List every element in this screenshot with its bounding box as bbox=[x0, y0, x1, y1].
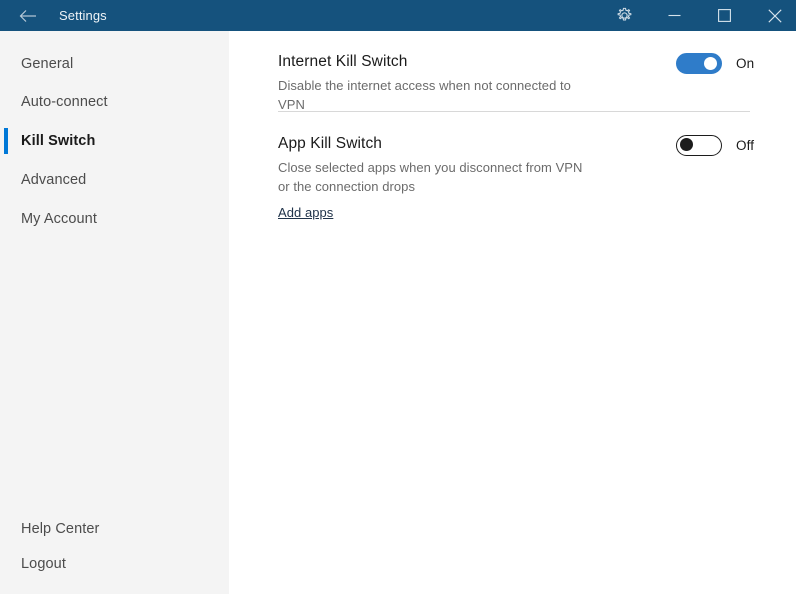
sidebar: General Auto-connect Kill Switch Advance… bbox=[0, 31, 229, 594]
maximize-button[interactable] bbox=[703, 0, 745, 31]
app-kill-switch-toggle-group: Off bbox=[676, 135, 754, 156]
sidebar-item-label: Auto-connect bbox=[21, 94, 108, 110]
window-title: Settings bbox=[59, 8, 107, 23]
sidebar-item-help-center[interactable]: Help Center bbox=[0, 514, 229, 544]
close-button[interactable] bbox=[753, 0, 796, 31]
toggle-state-label: Off bbox=[736, 138, 755, 153]
settings-gear-button[interactable] bbox=[604, 0, 644, 31]
sidebar-item-label: Help Center bbox=[21, 521, 100, 537]
title-bar: Settings bbox=[0, 0, 796, 31]
toggle-knob bbox=[704, 57, 717, 70]
sidebar-item-kill-switch[interactable]: Kill Switch bbox=[0, 126, 229, 156]
minimize-icon bbox=[668, 9, 681, 22]
section-divider bbox=[278, 111, 750, 112]
sidebar-item-auto-connect[interactable]: Auto-connect bbox=[0, 87, 229, 117]
internet-kill-switch-toggle-group: On bbox=[676, 53, 754, 74]
back-button[interactable] bbox=[8, 0, 48, 31]
add-apps-link[interactable]: Add apps bbox=[278, 205, 333, 220]
sidebar-item-label: Kill Switch bbox=[21, 133, 96, 149]
selection-indicator bbox=[4, 128, 8, 154]
setting-description: Disable the internet access when not con… bbox=[278, 78, 571, 112]
sidebar-item-label: Logout bbox=[21, 556, 66, 572]
sidebar-item-logout[interactable]: Logout bbox=[0, 549, 229, 579]
sidebar-item-label: Advanced bbox=[21, 172, 87, 188]
maximize-icon bbox=[717, 9, 731, 22]
toggle-knob bbox=[680, 138, 693, 151]
app-kill-switch-toggle[interactable] bbox=[676, 135, 722, 156]
sidebar-item-general[interactable]: General bbox=[0, 49, 229, 79]
back-arrow-icon bbox=[19, 9, 38, 23]
sidebar-item-label: General bbox=[21, 56, 74, 72]
internet-kill-switch-toggle[interactable] bbox=[676, 53, 722, 74]
sidebar-item-advanced[interactable]: Advanced bbox=[0, 165, 229, 195]
toggle-state-label: On bbox=[736, 56, 755, 71]
setting-title: Internet Kill Switch bbox=[278, 53, 408, 70]
main-content: Internet Kill Switch Disable the interne… bbox=[229, 31, 796, 594]
sidebar-item-my-account[interactable]: My Account bbox=[0, 204, 229, 234]
sidebar-item-label: My Account bbox=[21, 211, 97, 227]
close-icon bbox=[767, 8, 782, 23]
setting-title: App Kill Switch bbox=[278, 135, 383, 152]
minimize-button[interactable] bbox=[653, 0, 695, 31]
setting-description: Close selected apps when you disconnect … bbox=[278, 160, 583, 194]
gear-icon bbox=[616, 7, 633, 24]
settings-window: Settings General Auto-connect Kill Switc… bbox=[0, 0, 796, 594]
